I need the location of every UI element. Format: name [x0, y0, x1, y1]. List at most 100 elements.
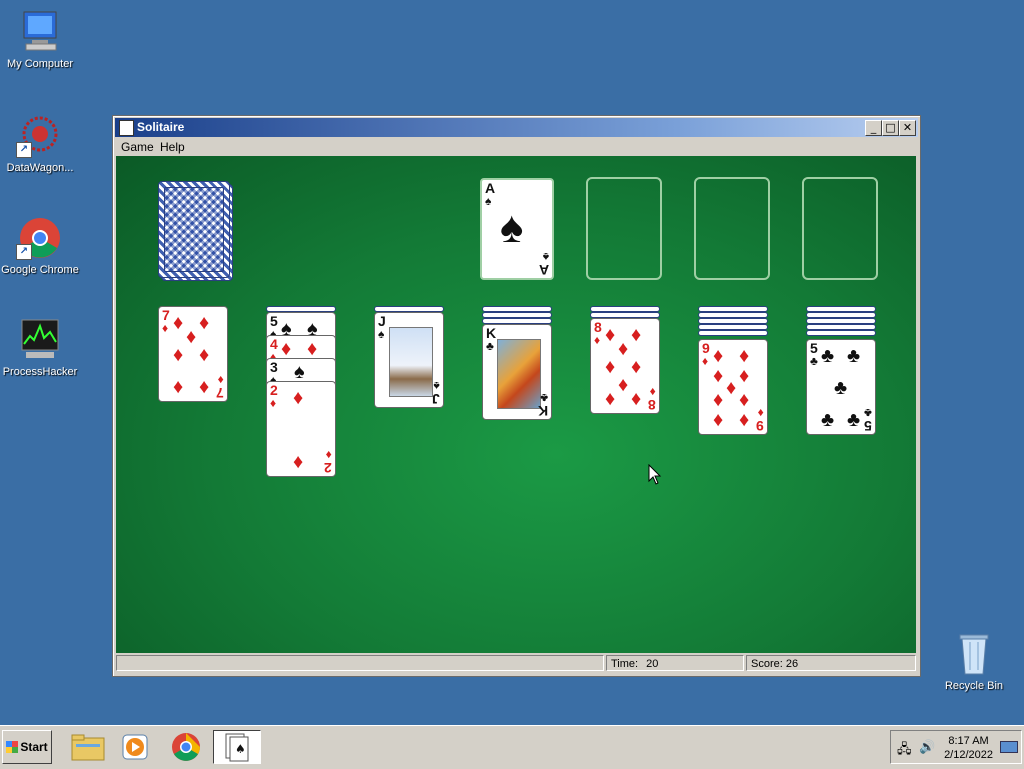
card-rank: J	[432, 391, 440, 407]
close-button[interactable]: ✕	[899, 120, 916, 136]
media-player-icon	[122, 734, 148, 760]
taskbar-explorer-button[interactable]	[66, 730, 110, 764]
club-icon: ♣	[847, 345, 861, 367]
desktop-icon-label: ProcessHacker	[2, 366, 78, 378]
desktop-icon-my-computer[interactable]: My Computer	[0, 10, 80, 70]
diamond-icon: ♦	[199, 376, 210, 398]
desktop-icon-chrome[interactable]: ↗ Google Chrome	[0, 216, 80, 276]
diamond-icon: ♦	[605, 324, 616, 346]
computer-icon	[16, 10, 64, 54]
diamond-icon: ♦	[631, 324, 642, 346]
window-title: Solitaire	[137, 120, 185, 134]
diamond-icon: ♦	[281, 338, 292, 360]
diamond-icon: ♦	[618, 374, 629, 396]
desktop-icon-datawagon[interactable]: ↗ DataWagon...	[0, 114, 80, 174]
stock-pile[interactable]	[158, 181, 234, 281]
diamond-icon: ♦	[702, 354, 709, 368]
menu-help[interactable]: Help	[160, 140, 185, 154]
face-down-card	[698, 330, 768, 336]
spade-icon: ♠	[500, 203, 524, 252]
start-label: Start	[20, 740, 48, 754]
tableau-5-top-card[interactable]: 8 ♦ ♦ ♦ ♦ ♦ ♦ ♦ ♦ ♦ 8 ♦	[590, 318, 660, 414]
mouse-cursor-icon	[648, 464, 662, 485]
diamond-icon: ♦	[713, 365, 724, 387]
desktop-icon-processhacker[interactable]: ProcessHacker	[0, 318, 80, 378]
minimize-button[interactable]: _	[865, 120, 882, 136]
start-button[interactable]: Start	[2, 730, 52, 764]
diamond-icon: ♦	[594, 333, 601, 347]
tableau-7-top-card[interactable]: 5 ♣ ♣ ♣ ♣ ♣ ♣ 5 ♣	[806, 339, 876, 435]
card-rank: A	[538, 262, 549, 278]
game-board[interactable]: A ♠ ♠ A ♠ 7 ♦ ♦ ♦ ♦ ♦ ♦ ♦ ♦ 7 ♦ 5 ♠ ♠ ♠ 4 ♦ ♦	[116, 156, 916, 653]
diamond-icon: ♦	[605, 388, 616, 410]
diamond-icon: ♦	[199, 344, 210, 366]
spade-icon: ♠	[433, 379, 440, 393]
diamond-icon: ♦	[270, 396, 277, 410]
diamond-icon: ♦	[631, 356, 642, 378]
tableau-6-top-card[interactable]: 9 ♦ ♦ ♦ ♦ ♦ ♦ ♦ ♦ ♦ ♦ 9 ♦	[698, 339, 768, 435]
taskbar-media-player-button[interactable]	[113, 730, 157, 764]
diamond-icon: ♦	[186, 326, 197, 348]
chrome-icon: ↗	[16, 216, 64, 260]
time-value: 20	[646, 658, 659, 670]
show-desktop-icon[interactable]	[1000, 741, 1018, 753]
tableau-4-top-card[interactable]: K ♣ K ♣	[482, 324, 552, 420]
diamond-icon: ♦	[173, 344, 184, 366]
status-score: Score: 26	[746, 655, 916, 671]
card-rank: 9	[756, 418, 764, 434]
diamond-icon: ♦	[173, 312, 184, 334]
diamond-icon: ♦	[307, 338, 318, 360]
club-icon: ♣	[864, 406, 872, 420]
menu-game[interactable]: Game	[121, 140, 154, 154]
desktop-icon-recycle-bin[interactable]: Recycle Bin	[934, 632, 1014, 692]
club-icon: ♣	[821, 345, 835, 367]
club-icon: ♣	[486, 339, 494, 353]
tableau-1-top-card[interactable]: 7 ♦ ♦ ♦ ♦ ♦ ♦ ♦ ♦ 7 ♦	[158, 306, 228, 402]
clock[interactable]: 8:17 AM 2/12/2022	[944, 734, 993, 762]
spade-icon: ♠	[294, 361, 305, 383]
svg-text:♠: ♠	[235, 742, 246, 756]
foundation-1[interactable]: A ♠ ♠ A ♠	[480, 178, 554, 280]
taskbar-solitaire-button[interactable]: ♠	[213, 730, 261, 764]
taskbar-chrome-button[interactable]	[164, 730, 208, 764]
tableau-3-top-card[interactable]: J ♠ J ♠	[374, 312, 444, 408]
processhacker-icon	[16, 318, 64, 362]
solitaire-icon: ♠	[225, 733, 249, 762]
diamond-icon: ♦	[162, 321, 169, 335]
diamond-icon: ♦	[325, 448, 332, 462]
desktop-icon-label: DataWagon...	[6, 162, 74, 174]
clock-time: 8:17 AM	[948, 735, 989, 747]
card-rank: 5	[864, 418, 872, 434]
network-icon[interactable]: 🖧	[897, 740, 912, 762]
volume-icon[interactable]: 🔊	[919, 739, 935, 755]
status-message	[116, 655, 604, 671]
club-icon: ♣	[834, 377, 848, 399]
title-bar[interactable]: Solitaire _ □ ✕	[115, 118, 918, 137]
status-bar: Time: 20 Score: 26	[116, 654, 916, 673]
diamond-icon: ♦	[739, 365, 750, 387]
foundation-3[interactable]	[694, 177, 770, 280]
club-icon: ♣	[540, 391, 548, 405]
menu-bar: Game Help	[115, 138, 918, 156]
card-rank: K	[537, 403, 548, 419]
spade-icon: ♠	[378, 327, 385, 341]
diamond-icon: ♦	[173, 376, 184, 398]
recycle-bin-icon	[950, 632, 998, 676]
diamond-icon: ♦	[726, 377, 737, 399]
foundation-4[interactable]	[802, 177, 878, 280]
windows-flag-icon	[6, 741, 19, 753]
solitaire-window: Solitaire _ □ ✕ Game Help A ♠ ♠ A ♠ 7 ♦ ♦ ♦…	[112, 115, 921, 677]
diamond-icon: ♦	[649, 385, 656, 399]
diamond-icon: ♦	[739, 389, 750, 411]
foundation-2[interactable]	[586, 177, 662, 280]
diamond-icon: ♦	[713, 409, 724, 431]
maximize-button[interactable]: □	[882, 120, 899, 136]
club-icon: ♣	[810, 354, 818, 368]
diamond-icon: ♦	[631, 388, 642, 410]
system-tray: 🖧 🔊 8:17 AM 2/12/2022	[890, 730, 1022, 764]
tableau-2-top-card[interactable]: 2 ♦ ♦ ♦ 2 ♦	[266, 381, 336, 477]
desktop-icon-label: Google Chrome	[1, 264, 79, 276]
card-back[interactable]	[158, 181, 230, 278]
diamond-icon: ♦	[199, 312, 210, 334]
diamond-icon: ♦	[713, 389, 724, 411]
